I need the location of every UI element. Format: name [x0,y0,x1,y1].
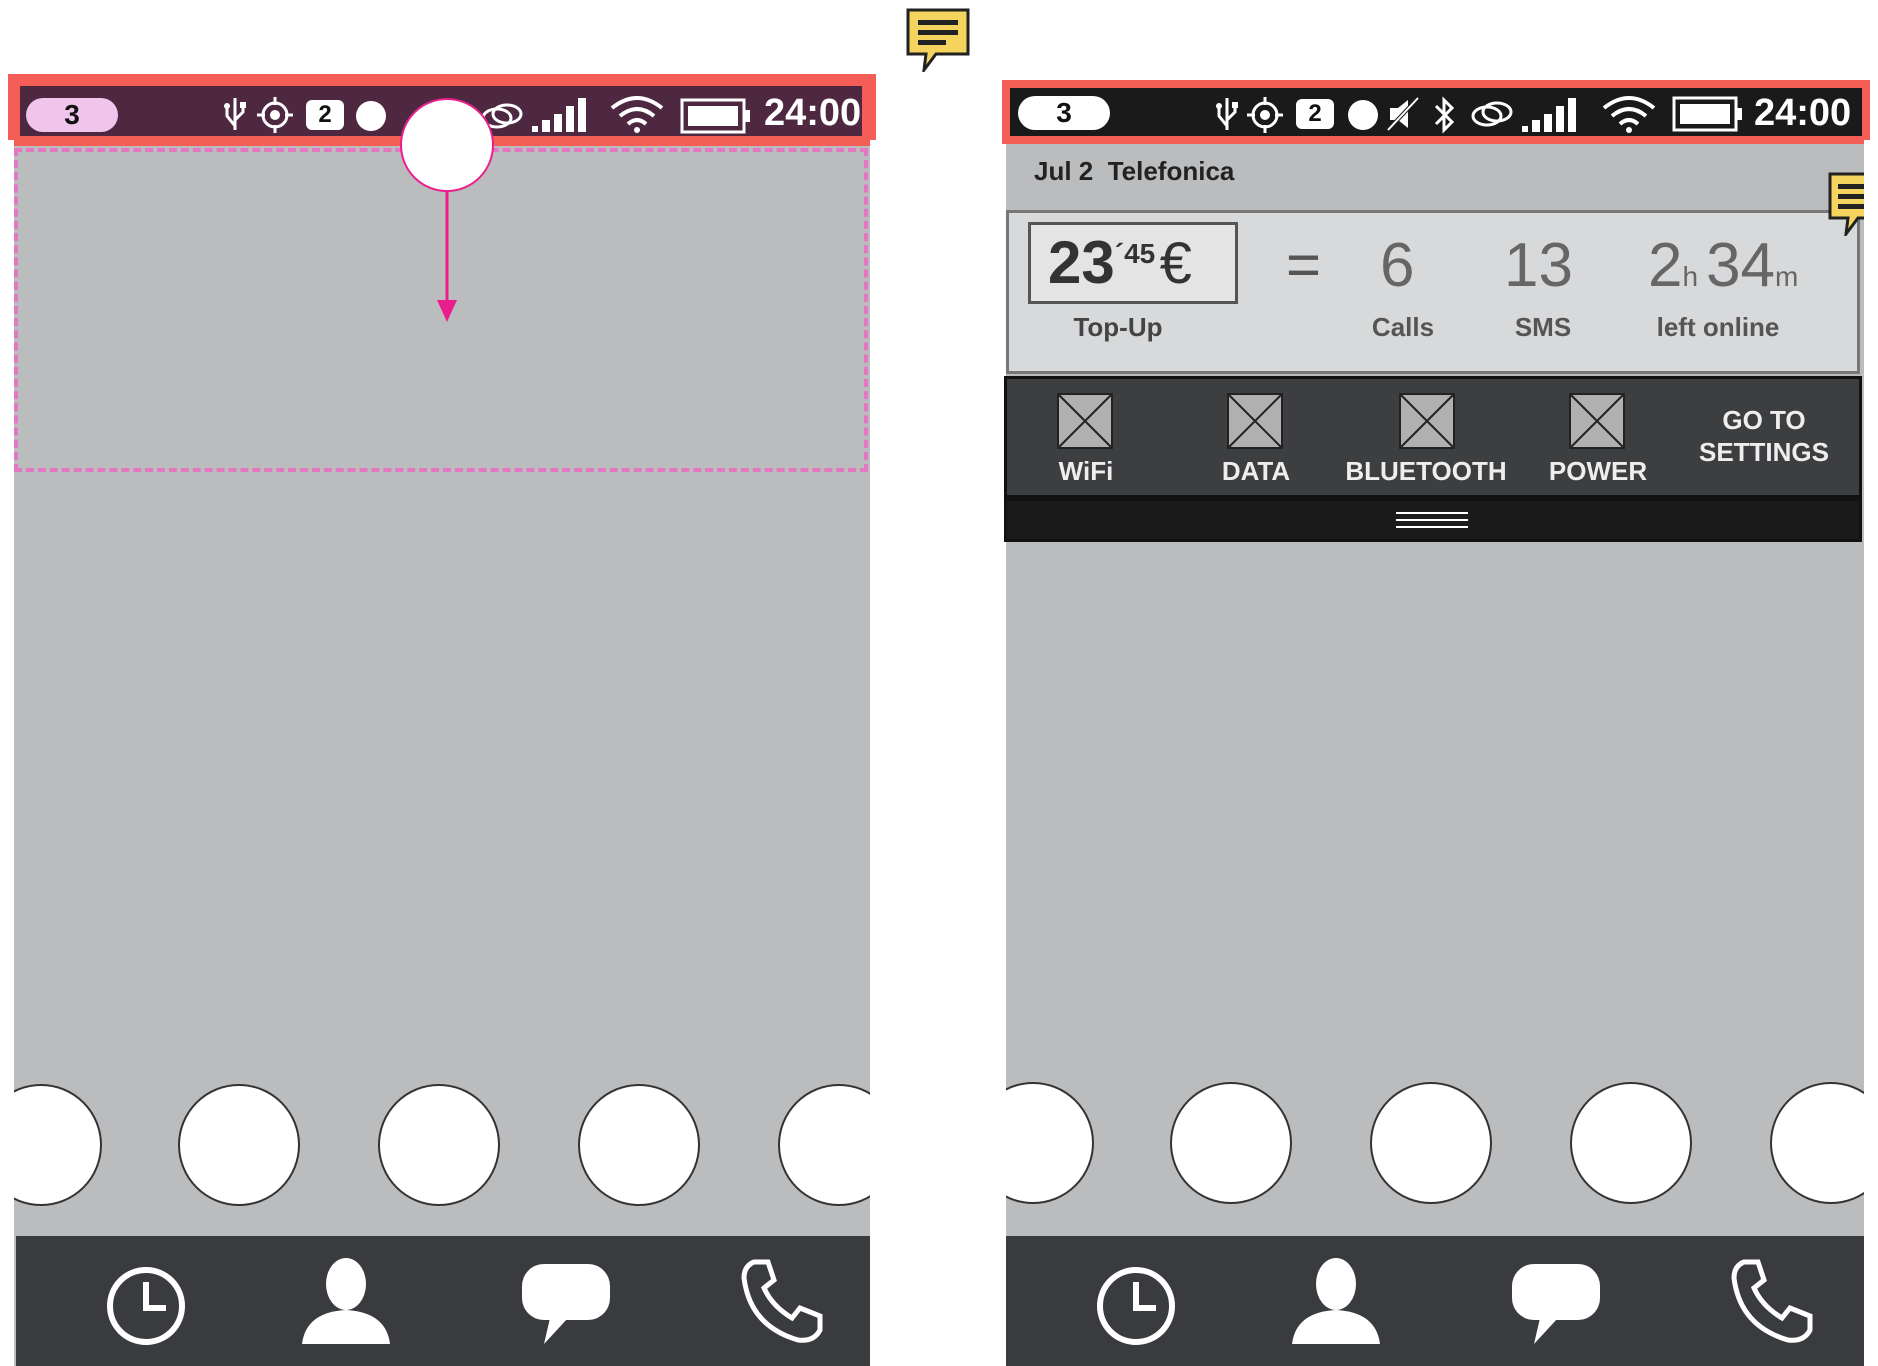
data-placeholder-icon [1227,393,1283,449]
power-label: POWER [1548,456,1648,486]
battery-icon [680,98,750,134]
sim-badge: 2 [306,100,344,130]
balance-amount: 23´45 € [1048,228,1192,297]
bluetooth-label: BLUETOOTH [1345,456,1507,486]
bluetooth-toggle[interactable]: BLUETOOTH [1345,392,1507,492]
notification-count-pill: 3 [26,98,118,132]
time-text: 24:00 [764,92,862,134]
gps-icon [257,97,293,133]
mute-icon [1386,96,1420,132]
go-to-settings-link[interactable]: GO TO SETTINGS [1686,404,1842,468]
sim-badge-number: 2 [1308,100,1322,127]
online-label: left online [1656,312,1780,342]
topup-label: Top-Up [1073,312,1163,342]
wifi-label: WiFi [1058,456,1114,486]
message-icon[interactable] [520,1262,612,1351]
wifi-icon [1602,96,1656,133]
date-text: Jul 2 [1034,156,1094,186]
online-time: 2h 34m [1648,230,1798,301]
dot-icon [356,101,386,131]
contact-icon[interactable] [1290,1256,1382,1351]
wifi-placeholder-icon [1057,393,1113,449]
bluetooth-placeholder-icon [1399,393,1455,449]
link-icon [1471,101,1513,127]
wifi-toggle[interactable]: WiFi [1046,392,1126,492]
notification-count-pill: 3 [1018,96,1110,130]
power-placeholder-icon [1569,393,1625,449]
minutes-unit: m [1775,261,1799,292]
data-toggle[interactable]: DATA [1216,392,1296,492]
time-text: 24:00 [1754,92,1852,134]
battery-icon [1672,96,1742,132]
online-minutes: 34 [1706,231,1776,300]
drag-handle-icon[interactable] [1396,510,1468,530]
operator-text: Telefonica [1107,156,1235,186]
settings-line2: SETTINGS [1698,437,1829,467]
gps-icon [1247,97,1283,133]
phone-icon[interactable] [1730,1258,1816,1349]
usb-icon [224,98,246,130]
currency-symbol: € [1159,231,1192,296]
sim-badge-number: 2 [318,101,332,128]
contact-icon[interactable] [300,1256,392,1351]
usb-icon [1216,98,1238,130]
gutter [1864,140,1878,1366]
notification-count: 3 [64,99,80,130]
signal-icon [1522,98,1576,132]
clock-icon[interactable] [104,1264,188,1353]
app-icon-placeholder[interactable] [1370,1082,1492,1204]
app-icon-placeholder[interactable] [1170,1082,1292,1204]
sms-label: SMS [1514,312,1572,342]
wifi-icon [610,96,664,133]
balance-dec: ´45 [1114,238,1156,269]
status-time: 24:00 [1754,92,1851,135]
app-icon-placeholder[interactable] [578,1084,700,1206]
gutter [870,1000,1006,1366]
hours-unit: h [1682,261,1699,292]
clock-icon[interactable] [1094,1264,1178,1353]
calls-label: Calls [1371,312,1435,342]
message-icon[interactable] [1510,1262,1602,1351]
calls-value: 6 [1380,231,1415,300]
date-operator-row: Jul 2 Telefonica [1034,156,1234,187]
app-icon-placeholder[interactable] [378,1084,500,1206]
settings-line1: GO TO [1722,405,1806,435]
equals-sign: = [1286,231,1322,298]
touch-point[interactable] [400,98,494,192]
data-label: DATA [1221,456,1291,486]
balance-int: 23 [1048,229,1115,296]
bluetooth-icon [1434,96,1455,134]
phone-icon[interactable] [740,1258,826,1349]
sim-badge: 2 [1296,99,1334,129]
notification-count: 3 [1056,97,1072,128]
swipe-down-arrow [437,190,457,322]
status-time: 24:00 [764,92,861,135]
gutter [0,140,14,1366]
comment-note-icon[interactable] [906,8,970,72]
power-toggle[interactable]: POWER [1549,392,1647,492]
dot-icon [1348,100,1378,130]
online-hours: 2 [1648,231,1683,300]
signal-icon [532,98,586,132]
sms-value: 13 [1504,231,1573,300]
app-icon-placeholder[interactable] [178,1084,300,1206]
app-icon-placeholder[interactable] [1570,1082,1692,1204]
